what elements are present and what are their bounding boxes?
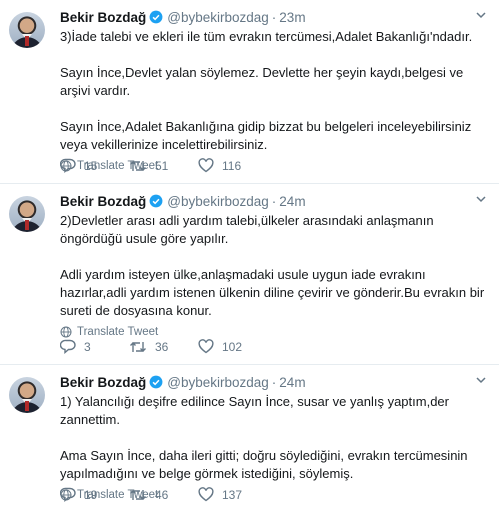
translate-label[interactable]: Translate Tweet bbox=[77, 326, 158, 338]
chevron-down-icon[interactable] bbox=[475, 9, 487, 21]
retweet-button[interactable]: 51 bbox=[129, 159, 198, 173]
retweet-count: 46 bbox=[155, 487, 169, 502]
reply-icon bbox=[60, 339, 76, 354]
tweet-paragraph: Ama Sayın İnce, daha ileri gitti; doğru … bbox=[60, 448, 468, 481]
author-name[interactable]: Bekir Bozdağ bbox=[60, 375, 146, 390]
retweet-icon bbox=[130, 489, 146, 500]
verified-badge-icon bbox=[149, 194, 163, 208]
tweet-paragraph: 2)Devletler arası adli yardım talebi,ülk… bbox=[60, 213, 434, 246]
reply-button[interactable]: 15 bbox=[60, 158, 129, 173]
tweet-text: 3)İade talebi ve ekleri ile tüm evrakın … bbox=[60, 28, 492, 154]
avatar[interactable] bbox=[9, 12, 45, 48]
author-handle[interactable]: @bybekirbozdag bbox=[167, 194, 269, 209]
heart-icon bbox=[198, 339, 214, 354]
separator-dot: · bbox=[271, 193, 277, 209]
retweet-count: 36 bbox=[155, 339, 169, 354]
like-count: 137 bbox=[222, 487, 243, 502]
separator-dot: · bbox=[271, 374, 277, 390]
author-handle[interactable]: @bybekirbozdag bbox=[167, 10, 269, 25]
tweet-timestamp[interactable]: 24m bbox=[279, 194, 305, 209]
tweet[interactable]: Bekir Bozdağ @bybekirbozdag · 24m 2)Devl… bbox=[0, 184, 499, 365]
author-handle[interactable]: @bybekirbozdag bbox=[167, 375, 269, 390]
avatar[interactable] bbox=[9, 196, 45, 232]
heart-icon bbox=[198, 158, 214, 173]
like-button[interactable]: 102 bbox=[198, 339, 242, 354]
tweet-timestamp[interactable]: 23m bbox=[279, 10, 305, 25]
reply-button[interactable]: 19 bbox=[60, 487, 129, 502]
chevron-down-icon[interactable] bbox=[475, 193, 487, 205]
like-button[interactable]: 116 bbox=[198, 158, 241, 173]
retweet-icon bbox=[130, 341, 146, 352]
reply-count: 19 bbox=[84, 487, 98, 502]
tweet[interactable]: Bekir Bozdağ @bybekirbozdag · 23m 3)İade… bbox=[0, 0, 499, 184]
like-count: 116 bbox=[222, 158, 242, 173]
retweet-icon bbox=[130, 160, 146, 171]
tweet-text: 1) Yalancılığı deşifre edilince Sayın İn… bbox=[60, 393, 492, 483]
tweet-header: Bekir Bozdağ @bybekirbozdag · 24m bbox=[60, 373, 489, 391]
tweet-paragraph: 1) Yalancılığı deşifre edilince Sayın İn… bbox=[60, 394, 449, 427]
tweet-text: 2)Devletler arası adli yardım talebi,ülk… bbox=[60, 212, 492, 320]
avatar[interactable] bbox=[9, 377, 45, 413]
heart-icon bbox=[198, 487, 214, 502]
separator-dot: · bbox=[271, 9, 277, 25]
tweet-header: Bekir Bozdağ @bybekirbozdag · 24m bbox=[60, 192, 489, 210]
reply-icon bbox=[60, 158, 76, 173]
globe-icon bbox=[60, 326, 72, 338]
retweet-button[interactable]: 36 bbox=[129, 340, 198, 354]
tweet-paragraph: 3)İade talebi ve ekleri ile tüm evrakın … bbox=[60, 29, 473, 44]
tweet-paragraph: Sayın İnce,Adalet Bakanlığına gidip bizz… bbox=[60, 119, 472, 152]
author-name[interactable]: Bekir Bozdağ bbox=[60, 10, 146, 25]
verified-badge-icon bbox=[149, 375, 163, 389]
reply-icon bbox=[60, 487, 76, 502]
reply-count: 15 bbox=[84, 158, 98, 173]
tweet[interactable]: Bekir Bozdağ @bybekirbozdag · 24m 1) Yal… bbox=[0, 365, 499, 512]
retweet-button[interactable]: 46 bbox=[129, 488, 198, 502]
tweet-actions: 19 46 137 bbox=[60, 487, 242, 502]
author-name[interactable]: Bekir Bozdağ bbox=[60, 194, 146, 209]
tweet-paragraph: Adli yardım isteyen ülke,anlaşmadaki usu… bbox=[60, 267, 485, 318]
tweet-timestamp[interactable]: 24m bbox=[279, 375, 305, 390]
retweet-count: 51 bbox=[155, 158, 169, 173]
tweet-header: Bekir Bozdağ @bybekirbozdag · 23m bbox=[60, 8, 489, 26]
reply-count: 3 bbox=[84, 339, 91, 354]
like-count: 102 bbox=[222, 339, 243, 354]
verified-badge-icon bbox=[149, 10, 163, 24]
translate-tweet-link[interactable]: Translate Tweet bbox=[60, 325, 489, 339]
reply-button[interactable]: 3 bbox=[60, 339, 129, 354]
tweet-actions: 15 51 116 bbox=[60, 158, 241, 173]
chevron-down-icon[interactable] bbox=[475, 374, 487, 386]
tweet-feed: Bekir Bozdağ @bybekirbozdag · 23m 3)İade… bbox=[0, 0, 499, 512]
tweet-actions: 3 36 102 bbox=[60, 339, 242, 354]
tweet-paragraph: Sayın İnce,Devlet yalan söylemez. Devlet… bbox=[60, 65, 464, 98]
like-button[interactable]: 137 bbox=[198, 487, 242, 502]
